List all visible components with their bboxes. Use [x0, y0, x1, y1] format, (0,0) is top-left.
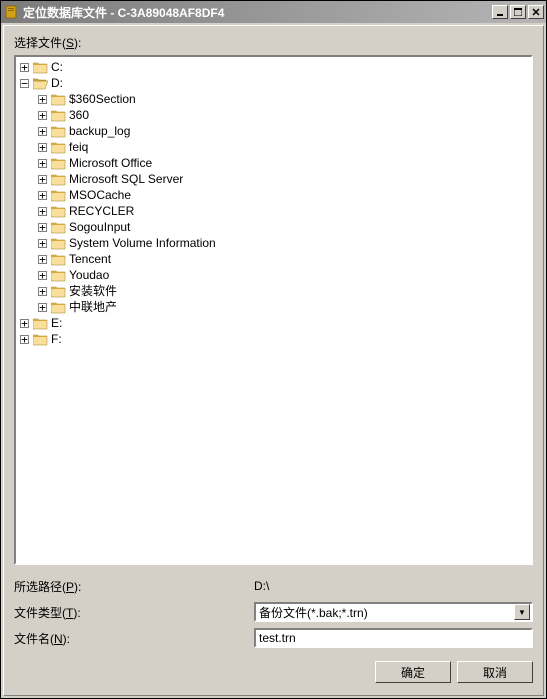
tree-item[interactable]: + 中联地产: [20, 299, 531, 315]
folder-closed-icon: [51, 157, 66, 170]
expand-icon[interactable]: +: [20, 63, 29, 72]
tree-item-label: D:: [51, 75, 63, 91]
tree-item[interactable]: + Microsoft SQL Server: [20, 171, 531, 187]
bottom-form: 所选路径(P): D:\ 文件类型(T): 备份文件(*.bak;*.trn) …: [14, 575, 533, 687]
tree-item[interactable]: − D:: [20, 75, 531, 91]
file-type-select[interactable]: 备份文件(*.bak;*.trn) ▼: [254, 602, 533, 622]
expand-icon[interactable]: +: [20, 335, 29, 344]
expand-icon[interactable]: +: [38, 95, 47, 104]
tree-item-label: RECYCLER: [69, 203, 134, 219]
tree-item-label: F:: [51, 331, 62, 347]
tree-item[interactable]: + System Volume Information: [20, 235, 531, 251]
tree-item-label: E:: [51, 315, 62, 331]
expand-icon[interactable]: +: [38, 287, 47, 296]
tree-item-label: 安装软件: [69, 283, 117, 299]
tree-item[interactable]: + Microsoft Office: [20, 155, 531, 171]
folder-closed-icon: [51, 301, 66, 314]
tree-item-label: Microsoft SQL Server: [69, 171, 183, 187]
tree-item-label: 360: [69, 107, 89, 123]
expand-icon[interactable]: +: [38, 175, 47, 184]
folder-closed-icon: [51, 109, 66, 122]
expand-icon[interactable]: +: [38, 127, 47, 136]
folder-closed-icon: [51, 253, 66, 266]
close-button[interactable]: [528, 5, 544, 19]
tree-item[interactable]: + feiq: [20, 139, 531, 155]
tree-item-label: SogouInput: [69, 219, 130, 235]
minimize-button[interactable]: [492, 5, 508, 19]
folder-closed-icon: [33, 61, 48, 74]
expand-icon[interactable]: +: [38, 271, 47, 280]
dialog-window: 定位数据库文件 - C-3A89048AF8DF4 选择文件(S): + C: − D…: [0, 0, 547, 699]
tree-item[interactable]: + SogouInput: [20, 219, 531, 235]
tree-item-label: Tencent: [69, 251, 111, 267]
titlebar: 定位数据库文件 - C-3A89048AF8DF4: [1, 1, 546, 23]
folder-closed-icon: [51, 141, 66, 154]
tree-item[interactable]: + E:: [20, 315, 531, 331]
client-area: 选择文件(S): +C:−D:+$360Section+360+backup_l…: [3, 25, 544, 696]
expand-icon[interactable]: +: [38, 255, 47, 264]
file-type-value: 备份文件(*.bak;*.trn): [259, 604, 368, 621]
cancel-button[interactable]: 取消: [457, 661, 533, 683]
tree-item[interactable]: + C:: [20, 59, 531, 75]
tree-item[interactable]: +360: [20, 107, 531, 123]
tree-item[interactable]: + 安装软件: [20, 283, 531, 299]
tree-item[interactable]: + F:: [20, 331, 531, 347]
tree-item[interactable]: + RECYCLER: [20, 203, 531, 219]
tree-item-label: $360Section: [69, 91, 136, 107]
maximize-button[interactable]: [510, 5, 526, 19]
tree-item[interactable]: + $360Section: [20, 91, 531, 107]
folder-closed-icon: [51, 125, 66, 138]
selected-path-value: D:\: [254, 579, 533, 593]
selected-path-label: 所选路径(P):: [14, 578, 254, 595]
folder-closed-icon: [51, 269, 66, 282]
folder-closed-icon: [51, 93, 66, 106]
tree-item-label: Youdao: [69, 267, 109, 283]
tree-item-label: C:: [51, 59, 63, 75]
folder-closed-icon: [51, 221, 66, 234]
folder-closed-icon: [51, 285, 66, 298]
tree-item[interactable]: + Tencent: [20, 251, 531, 267]
tree-item[interactable]: + Youdao: [20, 267, 531, 283]
expand-icon[interactable]: +: [38, 239, 47, 248]
tree-item-label: feiq: [69, 139, 88, 155]
select-files-label: 选择文件(S):: [14, 34, 533, 51]
window-controls: [490, 5, 544, 19]
tree-item-label: 中联地产: [69, 299, 117, 315]
expand-icon[interactable]: +: [38, 207, 47, 216]
tree-item-label: backup_log: [69, 123, 130, 139]
folder-open-icon: [33, 77, 48, 90]
collapse-icon[interactable]: −: [20, 79, 29, 88]
expand-icon[interactable]: +: [38, 191, 47, 200]
dropdown-arrow-icon: ▼: [514, 604, 530, 620]
tree-item[interactable]: + MSOCache: [20, 187, 531, 203]
expand-icon[interactable]: +: [20, 319, 29, 328]
folder-closed-icon: [33, 333, 48, 346]
file-type-label: 文件类型(T):: [14, 604, 254, 621]
ok-button[interactable]: 确定: [375, 661, 451, 683]
expand-icon[interactable]: +: [38, 111, 47, 120]
folder-closed-icon: [51, 189, 66, 202]
file-name-label: 文件名(N):: [14, 630, 254, 647]
expand-icon[interactable]: +: [38, 223, 47, 232]
tree-item-label: Microsoft Office: [69, 155, 152, 171]
expand-icon[interactable]: +: [38, 303, 47, 312]
app-icon: [3, 4, 19, 20]
tree-item-label: MSOCache: [69, 187, 131, 203]
folder-closed-icon: [51, 237, 66, 250]
tree-item-label: System Volume Information: [69, 235, 216, 251]
tree-item[interactable]: + backup_log: [20, 123, 531, 139]
file-tree[interactable]: +C:−D:+$360Section+360+backup_log+feiq+M…: [14, 55, 533, 565]
folder-closed-icon: [51, 205, 66, 218]
folder-closed-icon: [51, 173, 66, 186]
expand-icon[interactable]: +: [38, 143, 47, 152]
window-title: 定位数据库文件 - C-3A89048AF8DF4: [23, 4, 490, 21]
folder-closed-icon: [33, 317, 48, 330]
file-name-input[interactable]: [254, 628, 533, 648]
expand-icon[interactable]: +: [38, 159, 47, 168]
